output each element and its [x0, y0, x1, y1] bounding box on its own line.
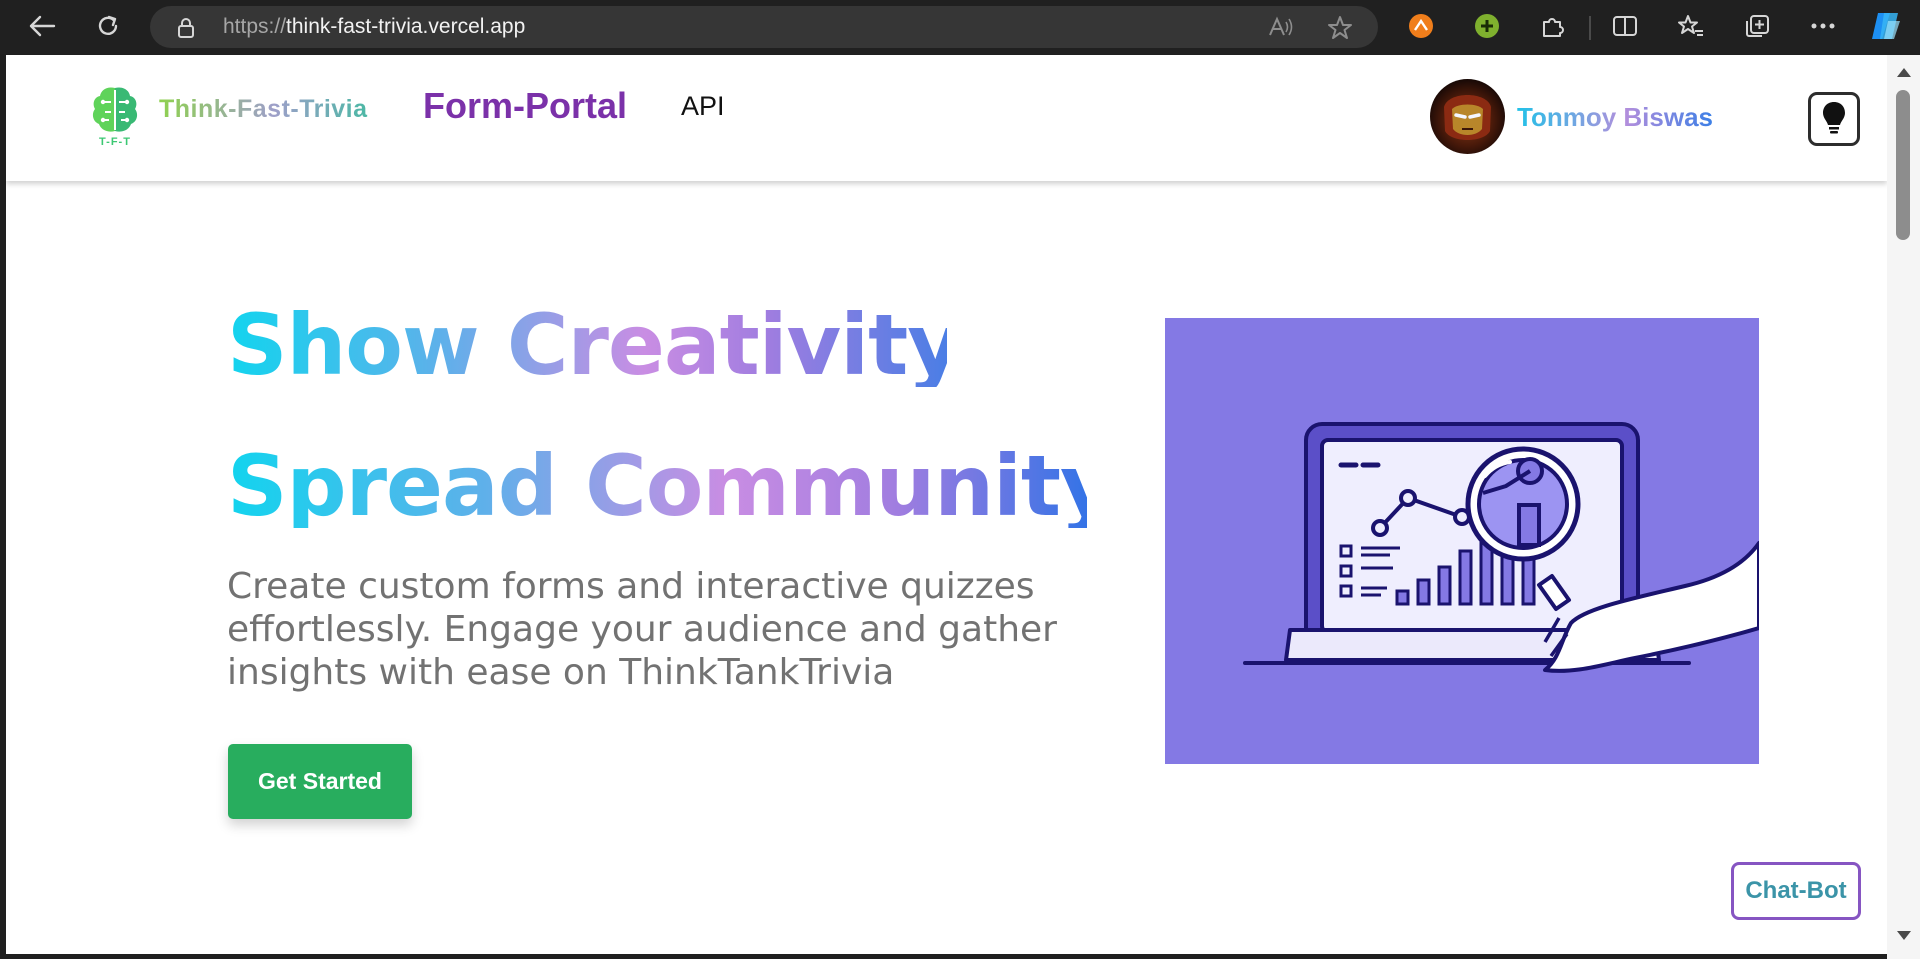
chat-bot-button[interactable]: Chat-Bot — [1731, 862, 1861, 920]
lock-icon — [177, 17, 195, 43]
extensions-puzzle-icon[interactable] — [1536, 9, 1570, 43]
nav-link-form-portal[interactable]: Form-Portal — [423, 85, 627, 127]
analytics-illustration — [1165, 318, 1759, 764]
nav-link-api[interactable]: API — [681, 91, 725, 122]
address-bar[interactable]: https://think-fast-trivia.vercel.app — [150, 6, 1378, 48]
copilot-icon[interactable] — [1869, 9, 1903, 43]
get-started-button[interactable]: Get Started — [228, 744, 412, 819]
extension-green-plus-icon[interactable] — [1470, 9, 1504, 43]
read-aloud-icon[interactable] — [1268, 16, 1294, 42]
user-name[interactable]: Tonmoy Biswas — [1517, 102, 1713, 133]
favorites-icon[interactable] — [1674, 9, 1708, 43]
hero-subtitle: Create custom forms and interactive quiz… — [227, 566, 1057, 693]
logo-caption: T-F-T — [99, 136, 131, 148]
extension-orange-icon[interactable] — [1404, 9, 1438, 43]
hero-headline-1: Show Creativity. — [227, 296, 985, 394]
split-screen-icon[interactable] — [1608, 9, 1642, 43]
lightbulb-icon — [1821, 100, 1847, 138]
refresh-icon[interactable] — [91, 9, 125, 43]
brand-name[interactable]: Think-Fast-Trivia — [159, 95, 368, 124]
navbar: T-F-T Think-Fast-Trivia Form-Portal API … — [6, 55, 1887, 181]
scroll-down-arrow-icon[interactable] — [1897, 931, 1911, 940]
theme-toggle-button[interactable] — [1808, 92, 1860, 146]
brain-logo-icon[interactable]: T-F-T — [84, 84, 146, 150]
url-protocol: https:// — [223, 15, 287, 38]
url-text: https://think-fast-trivia.vercel.app — [223, 6, 525, 48]
page-scrollbar[interactable] — [1887, 55, 1920, 959]
collections-icon[interactable] — [1740, 9, 1774, 43]
more-options-icon[interactable] — [1806, 9, 1840, 43]
scrollbar-thumb[interactable] — [1896, 90, 1910, 240]
browser-toolbar: https://think-fast-trivia.vercel.app — [0, 0, 1920, 54]
toolbar-divider — [1589, 16, 1591, 40]
url-host: think-fast-trivia.vercel.app — [286, 15, 526, 38]
scroll-up-arrow-icon[interactable] — [1897, 68, 1911, 77]
hero-headline-2: Spread Community — [227, 437, 1115, 535]
avatar[interactable] — [1430, 79, 1505, 154]
favorite-star-icon[interactable] — [1327, 15, 1353, 45]
web-page: T-F-T Think-Fast-Trivia Form-Portal API … — [6, 55, 1887, 954]
back-icon[interactable] — [25, 9, 59, 43]
